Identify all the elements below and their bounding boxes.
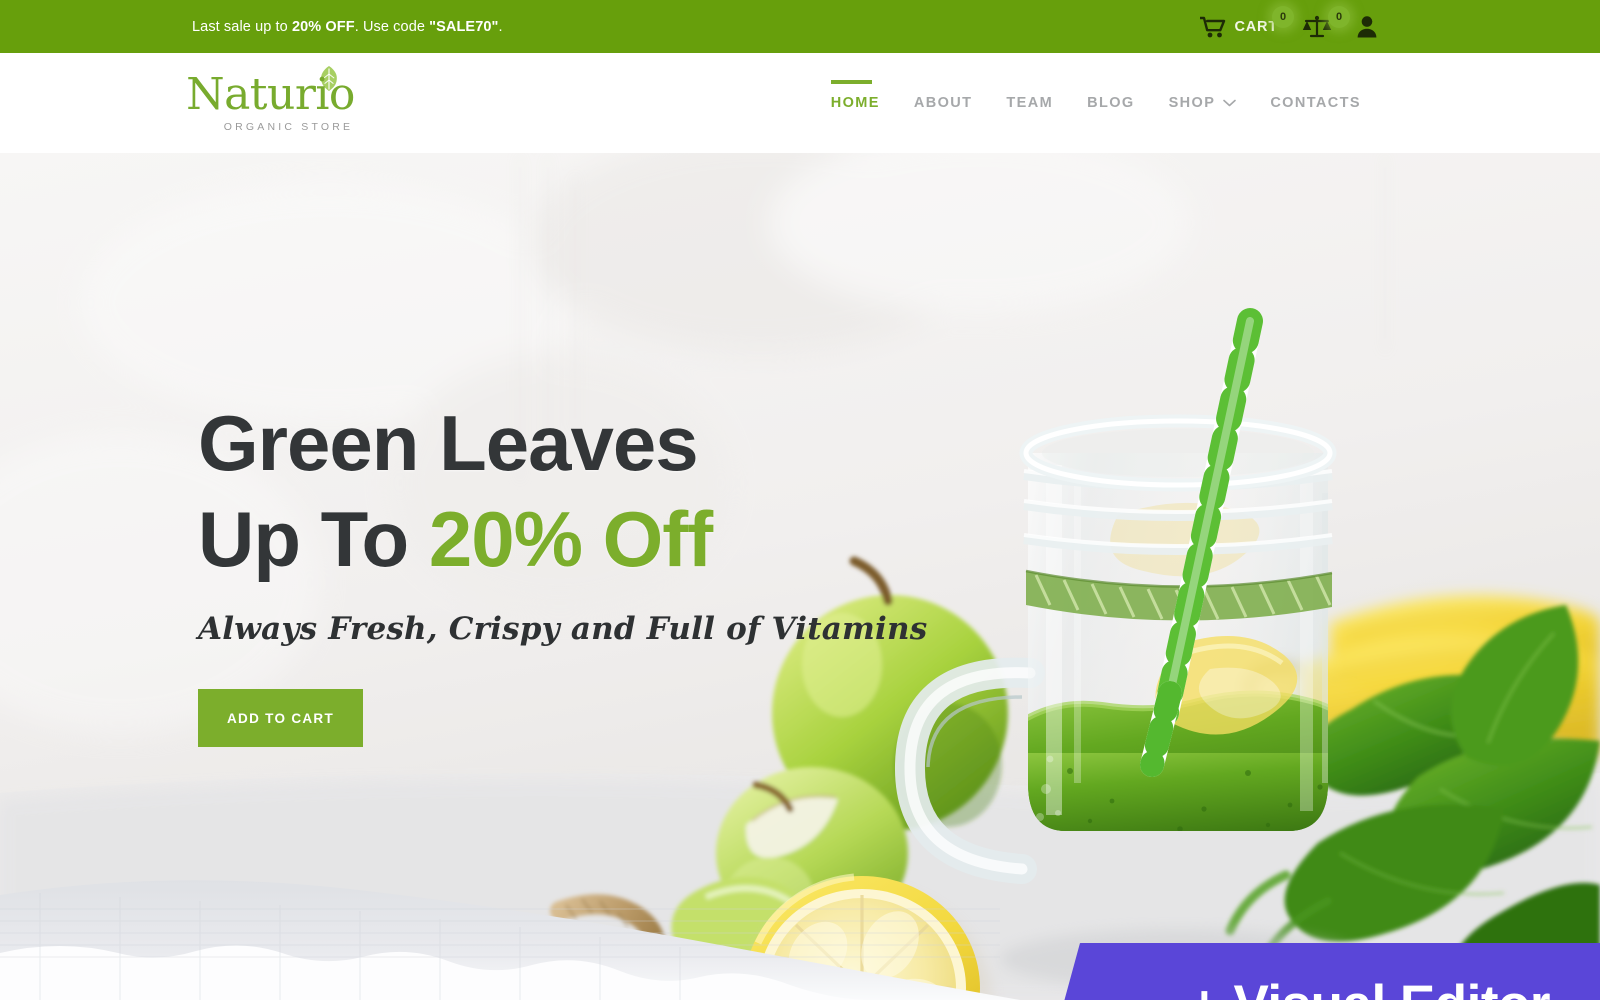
- cart-icon: [1199, 16, 1226, 38]
- nav-label-about: ABOUT: [913, 95, 973, 111]
- chevron-down-icon: [1223, 95, 1237, 111]
- topbar-tools: CART 0 0: [1188, 0, 1378, 53]
- nav-item-about[interactable]: ABOUT: [897, 53, 990, 153]
- logo-wordmark: Naturio: [186, 69, 355, 120]
- nav-label-contacts: CONTACTS: [1270, 95, 1361, 111]
- promo-suffix: .: [498, 18, 503, 35]
- nav-item-contacts[interactable]: CONTACTS: [1253, 53, 1378, 153]
- logo[interactable]: Naturio ORGANIC STORE: [186, 66, 357, 133]
- nav-item-home[interactable]: HOME: [814, 53, 897, 153]
- promo-discount: 20% OFF: [291, 18, 355, 35]
- promo-prefix: Last sale up to: [192, 18, 292, 35]
- nav-label-shop: SHOP: [1168, 95, 1216, 111]
- hero-banner: Green Leaves Up To 20% Off Always Fresh,…: [0, 153, 1600, 1000]
- main-navigation: HOME ABOUT TEAM BLOG SHOP CONTACTS: [814, 53, 1378, 153]
- nav-label-team: TEAM: [1006, 95, 1054, 111]
- add-to-cart-button[interactable]: ADD TO CART: [198, 689, 363, 747]
- hero-copy: Green Leaves Up To 20% Off Always Fresh,…: [198, 395, 927, 747]
- compare-button[interactable]: 0: [1290, 0, 1350, 53]
- cart-button[interactable]: CART 0: [1188, 0, 1294, 53]
- cart-label: CART: [1234, 18, 1278, 35]
- nav-label-home: HOME: [830, 95, 880, 111]
- promo-code: "SALE70": [429, 18, 499, 35]
- user-icon: [1356, 15, 1378, 38]
- hero-title-line-1: Green Leaves: [198, 399, 699, 487]
- hero-title-highlight: 20% Off: [428, 495, 713, 583]
- promo-middle: . Use code: [354, 18, 430, 35]
- promo-badge: + Visual Editor & SEO Tools: [1020, 943, 1600, 1000]
- page-root: Last sale up to 20% OFF. Use code "SALE7…: [0, 0, 1600, 1000]
- promo-badge-line-1: + Visual Editor: [1189, 971, 1551, 1000]
- hero-subtitle: Always Fresh, Crispy and Full of Vitamin…: [198, 611, 928, 647]
- nav-item-team[interactable]: TEAM: [989, 53, 1070, 153]
- promo-message: Last sale up to 20% OFF. Use code "SALE7…: [192, 19, 503, 35]
- site-header: Naturio ORGANIC STORE HOME ABOUT TEAM BL…: [0, 53, 1600, 153]
- logo-tagline: ORGANIC STORE: [223, 121, 354, 133]
- hero-title-line-2: Up To 20% Off: [198, 491, 927, 587]
- nav-item-blog[interactable]: BLOG: [1070, 53, 1152, 153]
- top-announcement-bar: Last sale up to 20% OFF. Use code "SALE7…: [0, 0, 1600, 53]
- nav-item-shop[interactable]: SHOP: [1152, 53, 1254, 153]
- nav-label-blog: BLOG: [1087, 95, 1135, 111]
- account-button[interactable]: [1344, 0, 1378, 53]
- hero-title-plain: Up To: [198, 495, 429, 583]
